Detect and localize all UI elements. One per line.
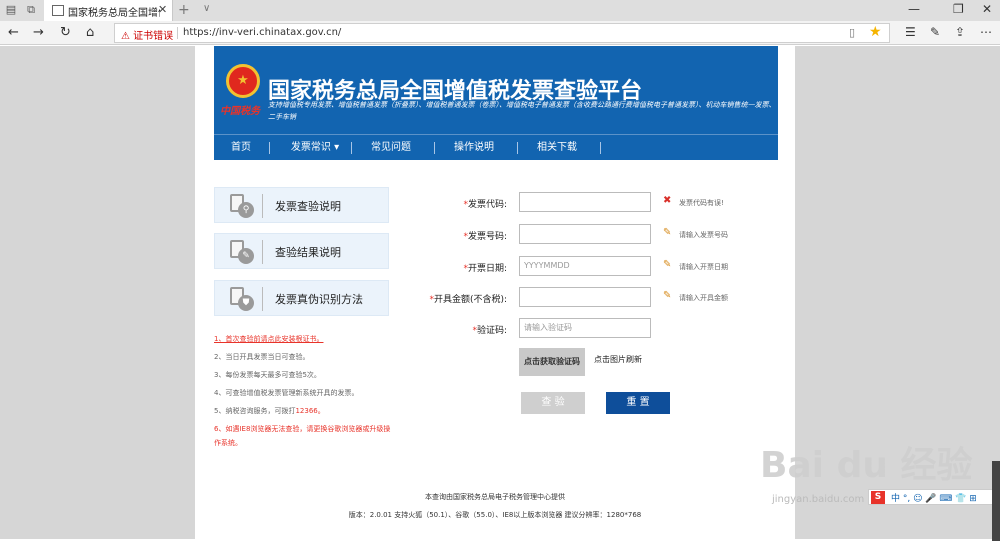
button-divider <box>262 194 263 218</box>
result-info-button[interactable]: ✎ 查验结果说明 <box>214 233 389 269</box>
page-content: ★ 中国税务 国家税务总局全国增值税发票查验平台 支持增值税专用发票、增值税普通… <box>195 46 795 539</box>
invoice-code-input[interactable] <box>519 192 651 212</box>
reset-button[interactable]: 重 置 <box>606 392 670 414</box>
invoice-number-input[interactable] <box>519 224 651 244</box>
doc-shield-icon: ⛊ <box>230 287 254 311</box>
refresh-icon[interactable]: ↻ <box>60 25 71 41</box>
button-label: 查验结果说明 <box>275 246 341 259</box>
doc-search-icon: ⚲ <box>230 194 254 218</box>
authenticity-method-button[interactable]: ⛊ 发票真伪识别方法 <box>214 280 389 316</box>
issue-date-input[interactable]: YYYYMMDD <box>519 256 651 276</box>
note-item: 3、每份发票每天最多可查验5次。 <box>214 371 321 379</box>
cert-error-badge[interactable]: ⚠ 证书错误 <box>121 27 173 42</box>
web-note-icon[interactable]: ✎ <box>930 25 940 39</box>
set-aside-tabs-icon[interactable]: ⧉ <box>24 3 38 17</box>
favorite-star-icon[interactable]: ★ <box>869 24 882 40</box>
pencil-icon: ✎ <box>663 227 672 238</box>
chevron-down-icon: ▾ <box>334 142 340 153</box>
minimize-icon[interactable]: — <box>908 2 920 16</box>
nav-invoice-knowledge[interactable]: 发票常识 ▾ <box>284 135 346 160</box>
issue-date-label: *开票日期: <box>463 264 507 274</box>
note-item: 6、如遇IE8浏览器无法查验，请更换谷歌浏览器或升级操 <box>214 425 391 433</box>
favorites-hub-icon[interactable]: ☰ <box>905 25 916 39</box>
amount-label: *开具金额(不含税): <box>429 295 507 305</box>
nav-home[interactable]: 首页 <box>226 135 256 160</box>
amount-hint: 请输入开具金额 <box>679 294 728 302</box>
tab-bar: ▤ ⧉ 国家税务总局全国增值税 ✕ + ∨ — ❐ ✕ <box>0 0 1000 21</box>
new-tab-icon[interactable]: + <box>178 2 190 18</box>
footer-provider: 本查询由国家税务总局电子税务管理中心提供 <box>425 493 565 501</box>
note-item: 4、可查验增值税发票管理新系统开具的发票。 <box>214 389 359 397</box>
nav-downloads[interactable]: 相关下载 <box>535 135 579 160</box>
tab-list-icon[interactable]: ▤ <box>4 3 18 17</box>
share-icon[interactable]: ⇪ <box>955 25 965 39</box>
url-divider <box>177 27 178 39</box>
footer-version: 版本：2.0.01 支持火狐（50.1）、谷歌（55.0）、IE8以上版本浏览器… <box>348 511 642 519</box>
note-item: 5、纳税咨询服务，可拨打12366。 <box>214 407 325 415</box>
doc-edit-icon: ✎ <box>230 240 254 264</box>
baidu-watermark: Bai du 经验 <box>760 445 973 486</box>
url-text[interactable]: https://inv-veri.chinatax.gov.cn/ <box>183 27 341 38</box>
main-nav: 首页 发票常识 ▾ 常见问题 操作说明 相关下载 <box>214 135 778 160</box>
home-icon[interactable]: ⌂ <box>86 25 94 41</box>
ime-tools[interactable]: 中 °, ☺ 🎤 ⌨ 👕 ⊞ <box>891 491 977 504</box>
pencil-icon: ✎ <box>663 290 672 301</box>
maximize-icon[interactable]: ❐ <box>953 2 964 16</box>
tax-emblem-icon: ★ <box>226 64 260 98</box>
button-divider <box>262 240 263 264</box>
error-x-icon: ✖ <box>663 195 672 206</box>
browser-tab[interactable]: 国家税务总局全国增值税 ✕ <box>44 0 173 21</box>
issue-date-hint: 请输入开票日期 <box>679 263 728 271</box>
invoice-code-label: *发票代码: <box>463 200 507 210</box>
more-icon[interactable]: ⋯ <box>980 25 992 39</box>
nav-divider <box>600 142 601 154</box>
address-toolbar: ← → ↻ ⌂ ⚠ 证书错误 https://inv-veri.chinatax… <box>0 21 1000 45</box>
notes-list: 1、首次查验前请点此安装根证书。 2、当日开具发票当日可查验。 3、每份发票每天… <box>214 330 404 448</box>
close-window-icon[interactable]: ✕ <box>982 2 992 16</box>
invoice-check-info-button[interactable]: ⚲ 发票查验说明 <box>214 187 389 223</box>
note-install-cert-link[interactable]: 1、首次查验前请点此安装根证书。 <box>214 330 404 348</box>
nav-divider <box>434 142 435 154</box>
hotline-number: 12366。 <box>295 407 325 415</box>
verify-button[interactable]: 查 验 <box>521 392 585 414</box>
reading-view-icon[interactable]: ▯ <box>849 26 855 39</box>
tab-title: 国家税务总局全国增值税 <box>68 8 160 19</box>
sogou-logo-icon: S <box>871 491 885 504</box>
url-field[interactable]: ⚠ 证书错误 https://inv-veri.chinatax.gov.cn/… <box>114 23 890 43</box>
note-item: 2、当日开具发票当日可查验。 <box>214 353 310 361</box>
button-label: 发票查验说明 <box>275 200 341 213</box>
button-divider <box>262 287 263 311</box>
captcha-image[interactable]: 点击获取验证码 <box>519 348 585 376</box>
page-viewport: ★ 中国税务 国家税务总局全国增值税发票查验平台 支持增值税专用发票、增值税普通… <box>0 46 1000 541</box>
invoice-code-hint: 发票代码有误! <box>679 199 724 207</box>
note-item: 作系统。 <box>214 439 242 447</box>
nav-divider <box>351 142 352 154</box>
verify-code-label: *验证码: <box>472 326 507 336</box>
forward-icon[interactable]: → <box>33 25 44 41</box>
desktop-edge <box>992 461 1000 541</box>
nav-divider <box>269 142 270 154</box>
page-icon <box>52 5 64 16</box>
baidu-watermark-url: jingyan.baidu.com <box>772 494 865 505</box>
invoice-number-label: *发票号码: <box>463 232 507 242</box>
amount-input[interactable] <box>519 287 651 307</box>
invoice-number-hint: 请输入发票号码 <box>679 231 728 239</box>
nav-instructions[interactable]: 操作说明 <box>452 135 496 160</box>
nav-faq[interactable]: 常见问题 <box>369 135 413 160</box>
close-tab-icon[interactable]: ✕ <box>158 3 167 16</box>
ime-toolbar[interactable]: S 中 °, ☺ 🎤 ⌨ 👕 ⊞ <box>868 489 1000 505</box>
captcha-refresh-label[interactable]: 点击图片刷新 <box>594 354 642 365</box>
back-icon[interactable]: ← <box>8 25 19 41</box>
tab-dropdown-icon[interactable]: ∨ <box>203 3 210 14</box>
button-label: 发票真伪识别方法 <box>275 293 363 306</box>
site-subtitle: 支持增值税专用发票、增值税普通发票（折叠票）、增值税普通发票（卷票）、增值税电子… <box>268 101 776 121</box>
slogan: 中国税务 <box>220 106 260 117</box>
nav-divider <box>517 142 518 154</box>
verify-code-input[interactable]: 请输入验证码 <box>519 318 651 338</box>
pencil-icon: ✎ <box>663 259 672 270</box>
